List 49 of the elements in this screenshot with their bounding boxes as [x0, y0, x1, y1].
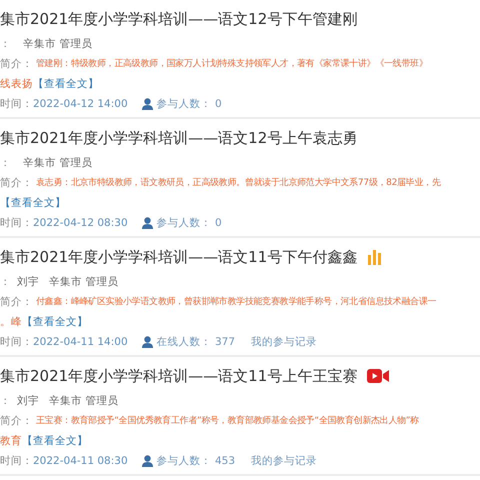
- intro-label: 简介：: [0, 56, 33, 70]
- organizer-name: 辛集市 管理员: [23, 36, 92, 50]
- time-label: 时间：: [0, 334, 33, 348]
- read-more-link[interactable]: 【查看全文】: [22, 434, 88, 448]
- teacher-name: 刘宇: [17, 394, 39, 408]
- person-icon: [142, 454, 153, 466]
- intro-text: 袁志勇：北京市特级教师，语文教研员，正高级教师。曾就读于北京师范大学中文系77级，82届毕业，先: [36, 176, 441, 189]
- course-title[interactable]: 集市2021年度小学学科培训——语文11号上午王宝赛: [0, 366, 358, 386]
- person-icon: [142, 98, 153, 110]
- intro-text: 教育: [0, 434, 22, 448]
- start-time: 2022-04-12 08:30: [33, 216, 128, 228]
- participant-count: 参与人数： 0: [156, 96, 222, 110]
- read-more-link[interactable]: 【查看全文】: [0, 196, 66, 210]
- time-label: 时间：: [0, 454, 33, 468]
- organizer-name: 辛集市 管理员: [49, 394, 118, 408]
- my-record-link[interactable]: 我的参与记录: [251, 334, 318, 348]
- intro-text: 管建刚：特级教师，正高级教师，国家万人计划特殊支持领军人才，著有《家常课十讲》《一线带班》: [36, 58, 428, 70]
- teacher-label: ：: [0, 394, 11, 408]
- participant-count: 参与人数： 0: [156, 216, 222, 230]
- read-more-link[interactable]: 【查看全文】: [33, 76, 99, 90]
- start-time: 2022-04-11 08:30: [33, 454, 128, 466]
- start-time: 2022-04-11 14:00: [33, 336, 128, 348]
- participant-count: 在线人数： 377: [156, 334, 236, 348]
- course-title[interactable]: 集市2021年度小学学科培训——语文11号下午付鑫鑫: [0, 248, 358, 266]
- teacher-name: 刘宇: [17, 274, 39, 288]
- intro-label: 简介：: [0, 176, 33, 190]
- time-label: 时间：: [0, 96, 33, 110]
- my-record-link[interactable]: 我的参与记录: [251, 454, 318, 468]
- teacher-label: ：: [0, 156, 11, 170]
- participant-count: 参与人数： 453: [156, 454, 236, 468]
- course-title[interactable]: 集市2021年度小学学科培训——语文12号上午袁志勇: [0, 128, 358, 148]
- teacher-label: ：: [0, 274, 11, 288]
- intro-label: 简介：: [0, 294, 33, 308]
- intro-text: 。峰: [0, 314, 22, 328]
- intro-label: 简介：: [0, 414, 33, 428]
- organizer-name: 辛集市 管理员: [49, 274, 118, 288]
- teacher-label: ：: [0, 36, 11, 50]
- intro-text: 线表扬: [0, 76, 33, 90]
- organizer-name: 辛集市 管理员: [23, 156, 92, 170]
- start-time: 2022-04-12 14:00: [33, 98, 128, 110]
- intro-text: 付鑫鑫：峰峰矿区实验小学语文教师，曾获邯郸市教学技能竞赛教学能手称号，河北省信息技术融合课一: [36, 296, 436, 308]
- time-label: 时间：: [0, 216, 33, 230]
- read-more-link[interactable]: 【查看全文】: [22, 314, 88, 328]
- person-icon: [142, 216, 153, 228]
- video-camera-icon: [367, 368, 390, 384]
- person-icon: [142, 336, 153, 348]
- bar-chart-icon: [367, 249, 384, 265]
- course-title[interactable]: 集市2021年度小学学科培训——语文12号下午管建刚: [0, 10, 358, 28]
- intro-text: 王宝赛：教育部授予“全国优秀教育工作者”称号，教育部教师基金会授予“全国教育创新杰出人物”称: [36, 414, 419, 427]
